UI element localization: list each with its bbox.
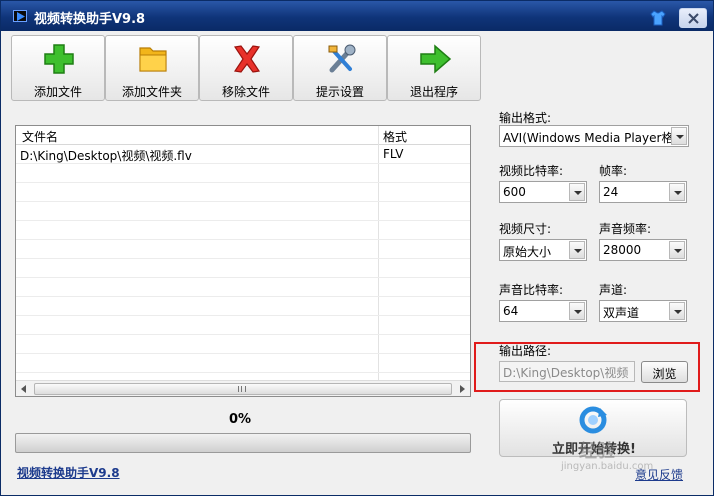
exit-button[interactable]: 退出程序 [387, 35, 481, 101]
file-name-cell: D:\King\Desktop\视频\视频.flv [20, 149, 192, 163]
exit-arrow-icon [418, 44, 452, 74]
empty-row [16, 335, 470, 354]
channel-select[interactable]: 双声道 [599, 300, 687, 322]
tools-icon [324, 44, 358, 74]
add-file-label: 添加文件 [33, 85, 82, 99]
file-list-header: 文件名 格式 [16, 126, 470, 145]
app-icon [13, 10, 27, 22]
chevron-down-icon[interactable] [569, 241, 585, 259]
window-title: 视频转换助手V9.8 [34, 12, 146, 27]
empty-row [16, 183, 470, 202]
video-size-value: 原始大小 [503, 245, 552, 259]
add-file-button[interactable]: 添加文件 [11, 35, 105, 101]
file-list[interactable]: 文件名 格式 D:\King\Desktop\视频\视频.flv FLV [15, 125, 471, 397]
audio-frequency-value: 28000 [603, 243, 642, 257]
browse-button[interactable]: 浏览 [641, 361, 688, 383]
audio-bitrate-value: 64 [503, 304, 519, 318]
empty-row [16, 354, 470, 373]
progress-percent: 0% [229, 412, 252, 427]
framerate-value: 24 [603, 185, 619, 199]
chevron-down-icon[interactable] [569, 302, 585, 320]
file-format-cell: FLV [383, 147, 404, 161]
output-format-value: AVI(Windows Media Player格式) [503, 131, 671, 145]
progress-bar [15, 433, 471, 453]
remove-file-button[interactable]: 移除文件 [199, 35, 293, 101]
title-bar[interactable]: 视频转换助手V9.8 [1, 1, 713, 31]
empty-row [16, 278, 470, 297]
skin-shirt-icon[interactable] [649, 9, 667, 27]
chevron-down-icon[interactable] [669, 302, 685, 320]
output-path-label: 输出路径: [499, 344, 552, 358]
feedback-link[interactable]: 意见反馈 [635, 466, 683, 483]
close-button[interactable] [679, 8, 707, 28]
video-bitrate-label: 视频比特率: [499, 164, 564, 178]
empty-row [16, 202, 470, 221]
watermark-text: 经验 [579, 441, 615, 462]
video-bitrate-select[interactable]: 600 [499, 181, 587, 203]
delete-x-icon [230, 44, 264, 74]
video-size-label: 视频尺寸: [499, 222, 552, 236]
channel-value: 双声道 [603, 306, 640, 320]
framerate-label: 帧率: [599, 164, 628, 178]
column-filename[interactable]: 文件名 [22, 128, 58, 145]
scroll-left-icon[interactable] [16, 381, 32, 397]
close-icon [688, 13, 699, 24]
scroll-right-icon[interactable] [454, 381, 470, 397]
grip-icon [238, 386, 246, 392]
output-format-label: 输出格式: [499, 111, 552, 125]
horizontal-scrollbar[interactable] [16, 380, 470, 396]
exit-label: 退出程序 [409, 85, 458, 99]
empty-row [16, 164, 470, 183]
remove-file-label: 移除文件 [221, 85, 270, 99]
empty-row [16, 297, 470, 316]
audio-bitrate-select[interactable]: 64 [499, 300, 587, 322]
chevron-down-icon[interactable] [669, 241, 685, 259]
empty-row [16, 316, 470, 335]
output-path-field[interactable]: D:\King\Desktop\视频 [499, 361, 635, 382]
chevron-down-icon[interactable] [671, 127, 687, 145]
add-folder-label: 添加文件夹 [121, 85, 182, 99]
scroll-thumb[interactable] [34, 383, 452, 395]
channel-label: 声道: [599, 283, 628, 297]
output-format-select[interactable]: AVI(Windows Media Player格式) [499, 125, 689, 147]
empty-row [16, 259, 470, 278]
settings-label: 提示设置 [315, 85, 364, 99]
app-home-link[interactable]: 视频转换助手V9.8 [17, 464, 120, 481]
audio-frequency-select[interactable]: 28000 [599, 239, 687, 261]
empty-row [16, 221, 470, 240]
table-row[interactable]: D:\King\Desktop\视频\视频.flv FLV [16, 145, 470, 164]
app-window: 视频转换助手V9.8 添加文件 添加文件夹 移除文件 提示设置 退出程序 文件名… [0, 0, 714, 496]
convert-refresh-icon [578, 406, 608, 437]
column-format[interactable]: 格式 [383, 128, 407, 145]
folder-icon [136, 44, 170, 74]
chevron-down-icon[interactable] [569, 183, 585, 201]
chevron-down-icon[interactable] [669, 183, 685, 201]
settings-button[interactable]: 提示设置 [293, 35, 387, 101]
plus-icon [42, 44, 76, 74]
framerate-select[interactable]: 24 [599, 181, 687, 203]
video-bitrate-value: 600 [503, 185, 526, 199]
add-folder-button[interactable]: 添加文件夹 [105, 35, 199, 101]
audio-bitrate-label: 声音比特率: [499, 283, 564, 297]
video-size-select[interactable]: 原始大小 [499, 239, 587, 261]
audio-frequency-label: 声音频率: [599, 222, 652, 236]
empty-row [16, 240, 470, 259]
